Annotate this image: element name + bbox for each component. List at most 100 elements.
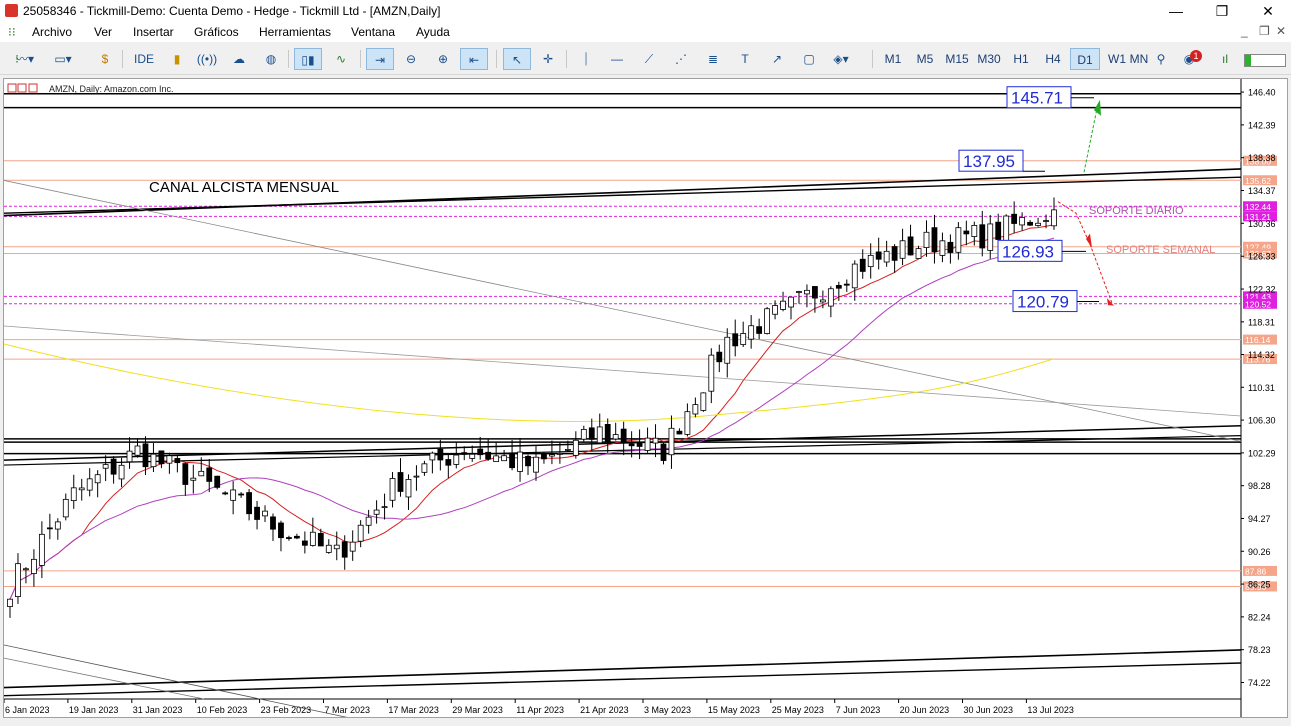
candle-body[interactable] bbox=[381, 506, 388, 509]
candle-body[interactable] bbox=[883, 250, 890, 263]
candle-body[interactable] bbox=[835, 285, 842, 289]
candle-body[interactable] bbox=[533, 456, 539, 473]
candle-body[interactable] bbox=[86, 478, 93, 491]
candle-body[interactable] bbox=[341, 541, 348, 558]
market-bag-icon[interactable]: ▮ bbox=[166, 48, 188, 70]
candle-body[interactable] bbox=[286, 537, 292, 539]
candle-body[interactable] bbox=[947, 241, 954, 253]
candle-body[interactable] bbox=[796, 291, 802, 293]
candle-body[interactable] bbox=[692, 404, 699, 415]
candle-body[interactable] bbox=[660, 443, 667, 461]
candle-body[interactable] bbox=[1011, 213, 1018, 224]
candle-body[interactable] bbox=[564, 448, 571, 451]
candle-body[interactable] bbox=[987, 223, 994, 251]
candle-body[interactable] bbox=[429, 452, 436, 461]
candle-body[interactable] bbox=[995, 221, 1002, 240]
candle-body[interactable] bbox=[357, 524, 364, 542]
candle-body[interactable] bbox=[254, 506, 260, 520]
candle-body[interactable] bbox=[230, 489, 237, 501]
candle-body[interactable] bbox=[389, 478, 396, 501]
candle-body[interactable] bbox=[979, 224, 986, 249]
menu-ver[interactable]: Ver bbox=[94, 25, 112, 39]
candle-body[interactable] bbox=[94, 474, 101, 484]
menu-archivo[interactable]: Archivo bbox=[32, 25, 72, 39]
candle-body[interactable] bbox=[644, 437, 651, 451]
menu-ventana[interactable]: Ventana bbox=[351, 25, 395, 39]
candles-icon[interactable]: ▯▮ bbox=[294, 48, 322, 70]
signal-icon[interactable]: ((•)) bbox=[196, 48, 218, 70]
candle-body[interactable] bbox=[772, 305, 778, 315]
timeframe-d1[interactable]: D1 bbox=[1070, 48, 1100, 70]
candle-body[interactable] bbox=[509, 452, 515, 469]
candle-body[interactable] bbox=[804, 289, 810, 295]
candle-body[interactable] bbox=[437, 448, 444, 461]
candle-body[interactable] bbox=[812, 286, 818, 299]
candle-body[interactable] bbox=[365, 516, 372, 526]
candle-body[interactable] bbox=[604, 424, 611, 442]
autoscroll-icon[interactable]: ⇥ bbox=[366, 48, 394, 70]
candle-body[interactable] bbox=[827, 288, 834, 307]
candle-body[interactable] bbox=[294, 535, 300, 539]
candle-body[interactable] bbox=[182, 463, 189, 485]
candle-body[interactable] bbox=[270, 516, 276, 530]
line-icon[interactable]: ∿ bbox=[330, 48, 352, 70]
zoom-in-icon[interactable]: ⊕ bbox=[432, 48, 454, 70]
candle-body[interactable] bbox=[206, 467, 213, 482]
horizontal-line-icon[interactable]: — bbox=[606, 48, 628, 70]
shapes-dropdown-icon[interactable]: ◈▾ bbox=[830, 48, 852, 70]
rectangle-icon[interactable]: ▢ bbox=[798, 48, 820, 70]
candle-body[interactable] bbox=[325, 544, 332, 553]
timeframe-m15[interactable]: M15 bbox=[942, 48, 972, 70]
candle-body[interactable] bbox=[588, 427, 595, 440]
candle-body[interactable] bbox=[732, 333, 739, 347]
candle-body[interactable] bbox=[150, 453, 157, 468]
candle-body[interactable] bbox=[700, 392, 707, 411]
candle-body[interactable] bbox=[158, 450, 165, 465]
candle-body[interactable] bbox=[907, 236, 914, 256]
fibonacci-icon[interactable]: ≣ bbox=[702, 48, 724, 70]
candle-body[interactable] bbox=[851, 263, 858, 289]
timeframe-m30[interactable]: M30 bbox=[974, 48, 1004, 70]
zoom-out-icon[interactable]: ⊖ bbox=[400, 48, 422, 70]
arrow-icon[interactable]: ↗ bbox=[766, 48, 788, 70]
candle-body[interactable] bbox=[134, 445, 141, 456]
search-icon[interactable]: ⚲ bbox=[1150, 48, 1172, 70]
candle-body[interactable] bbox=[485, 451, 492, 460]
restore-button[interactable]: ❐ bbox=[1199, 0, 1245, 22]
candle-body[interactable] bbox=[612, 434, 619, 440]
chart-window[interactable]: 145.71 137.95 126.93 120.79 138.00 135.62 132… bbox=[3, 78, 1288, 726]
candle-body[interactable] bbox=[716, 351, 723, 363]
candle-body[interactable] bbox=[142, 443, 149, 468]
candle-body[interactable] bbox=[1035, 222, 1041, 226]
candle-body[interactable] bbox=[453, 454, 460, 465]
crosshair-icon[interactable]: ✛ bbox=[537, 48, 559, 70]
candle-body[interactable] bbox=[899, 240, 906, 259]
candle-body[interactable] bbox=[955, 227, 962, 253]
candle-body[interactable] bbox=[867, 254, 874, 268]
candle-body[interactable] bbox=[31, 558, 37, 574]
candle-body[interactable] bbox=[764, 308, 770, 334]
candle-body[interactable] bbox=[1051, 209, 1057, 227]
candle-body[interactable] bbox=[748, 325, 755, 340]
candle-body[interactable] bbox=[843, 283, 850, 286]
candle-body[interactable] bbox=[174, 458, 181, 464]
candle-body[interactable] bbox=[421, 463, 428, 473]
candle-body[interactable] bbox=[501, 455, 508, 462]
candle-body[interactable] bbox=[333, 544, 340, 550]
candle-body[interactable] bbox=[1003, 215, 1010, 244]
candle-body[interactable] bbox=[1027, 221, 1033, 226]
candle-body[interactable] bbox=[668, 427, 675, 456]
text-icon[interactable]: T bbox=[734, 48, 756, 70]
candle-body[interactable] bbox=[859, 258, 866, 272]
candle-body[interactable] bbox=[939, 240, 946, 256]
candle-body[interactable] bbox=[708, 354, 715, 392]
candle-body[interactable] bbox=[580, 429, 587, 440]
candle-body[interactable] bbox=[525, 455, 531, 467]
candle-body[interactable] bbox=[469, 453, 476, 459]
candle-body[interactable] bbox=[556, 452, 563, 455]
candle-body[interactable] bbox=[397, 472, 404, 492]
candle-body[interactable] bbox=[70, 487, 77, 502]
candle-body[interactable] bbox=[78, 487, 85, 491]
chart-shift-icon[interactable]: ⇤ bbox=[460, 48, 488, 70]
candle-body[interactable] bbox=[572, 439, 579, 456]
